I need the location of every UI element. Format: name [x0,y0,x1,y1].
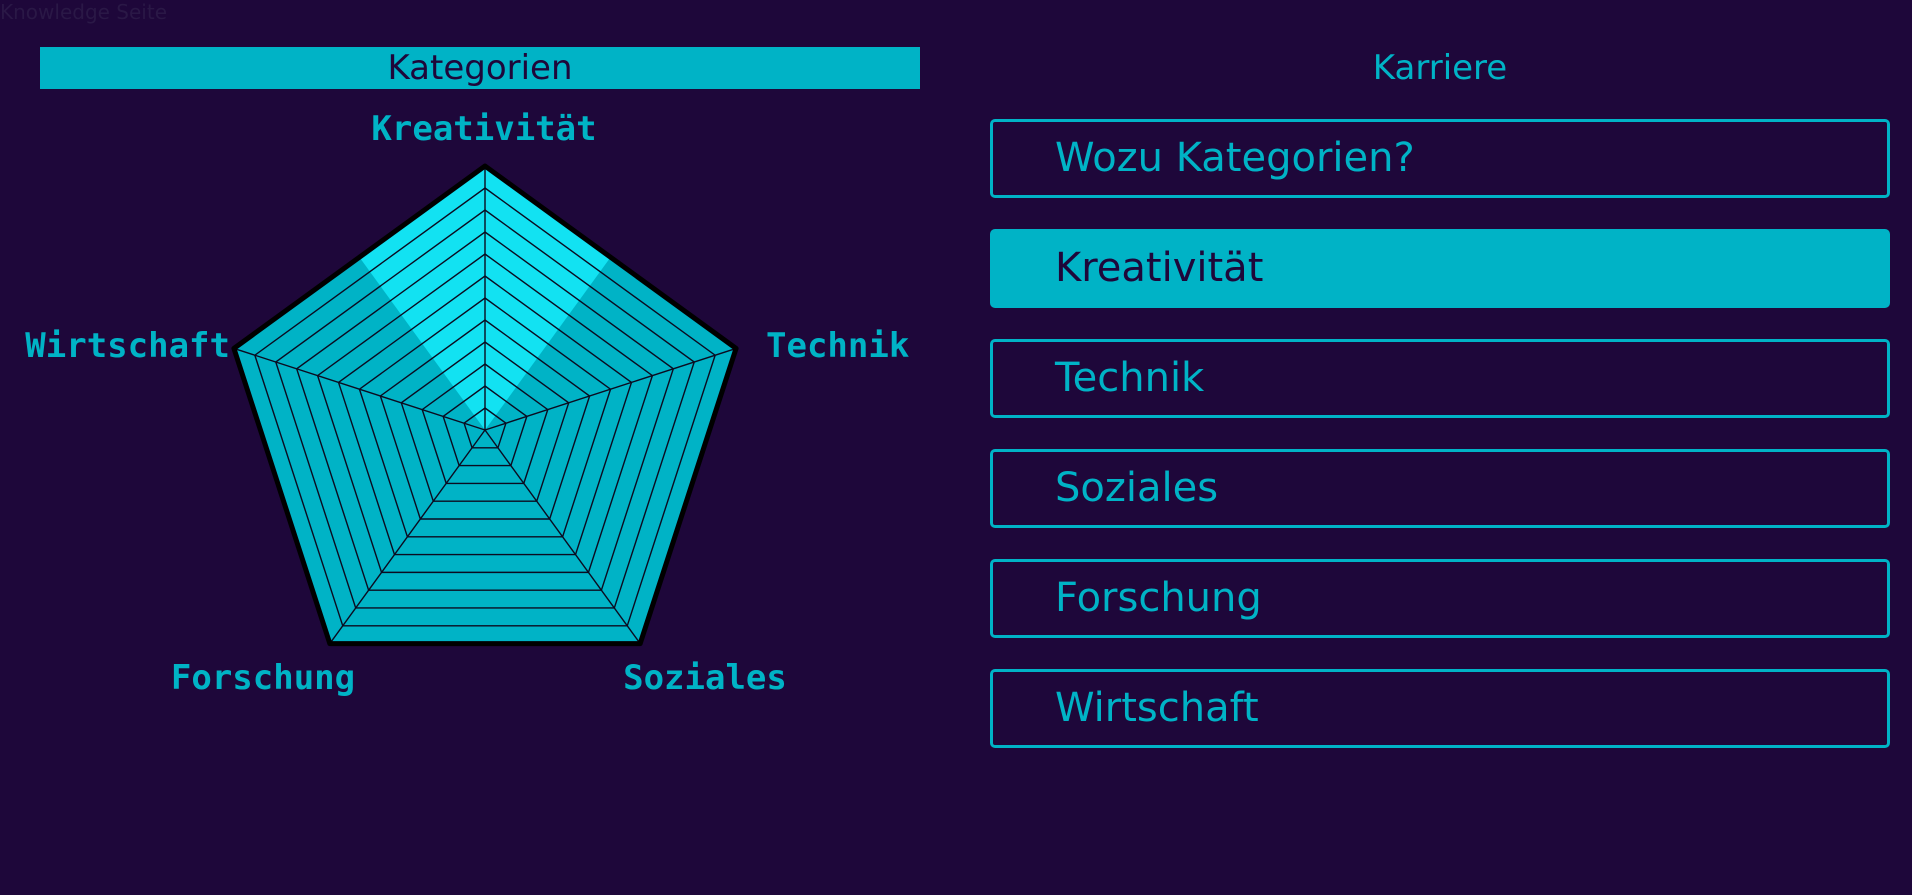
axis-label-wirtschaft: Wirtschaft [25,326,230,366]
axis-label-soziales: Soziales [623,658,787,698]
category-menu: Wozu Kategorien? Kreativität Technik Soz… [990,119,1890,779]
career-header: Karriere [1372,48,1508,88]
menu-item-wozu-kategorien[interactable]: Wozu Kategorien? [990,119,1890,198]
axis-label-forschung: Forschung [171,658,355,698]
menu-item-kreativitaet[interactable]: Kreativität [990,229,1890,308]
categories-header: Kategorien [40,47,920,89]
menu-item-technik[interactable]: Technik [990,339,1890,418]
menu-item-forschung[interactable]: Forschung [990,559,1890,638]
menu-item-soziales[interactable]: Soziales [990,449,1890,528]
radar-chart: Kreativität Technik Soziales Forschung W… [25,109,909,698]
menu-item-wirtschaft[interactable]: Wirtschaft [990,669,1890,748]
page-label: Knowledge Seite [0,0,168,24]
axis-label-kreativitaet: Kreativität [371,109,596,149]
axis-label-technik: Technik [766,326,909,366]
